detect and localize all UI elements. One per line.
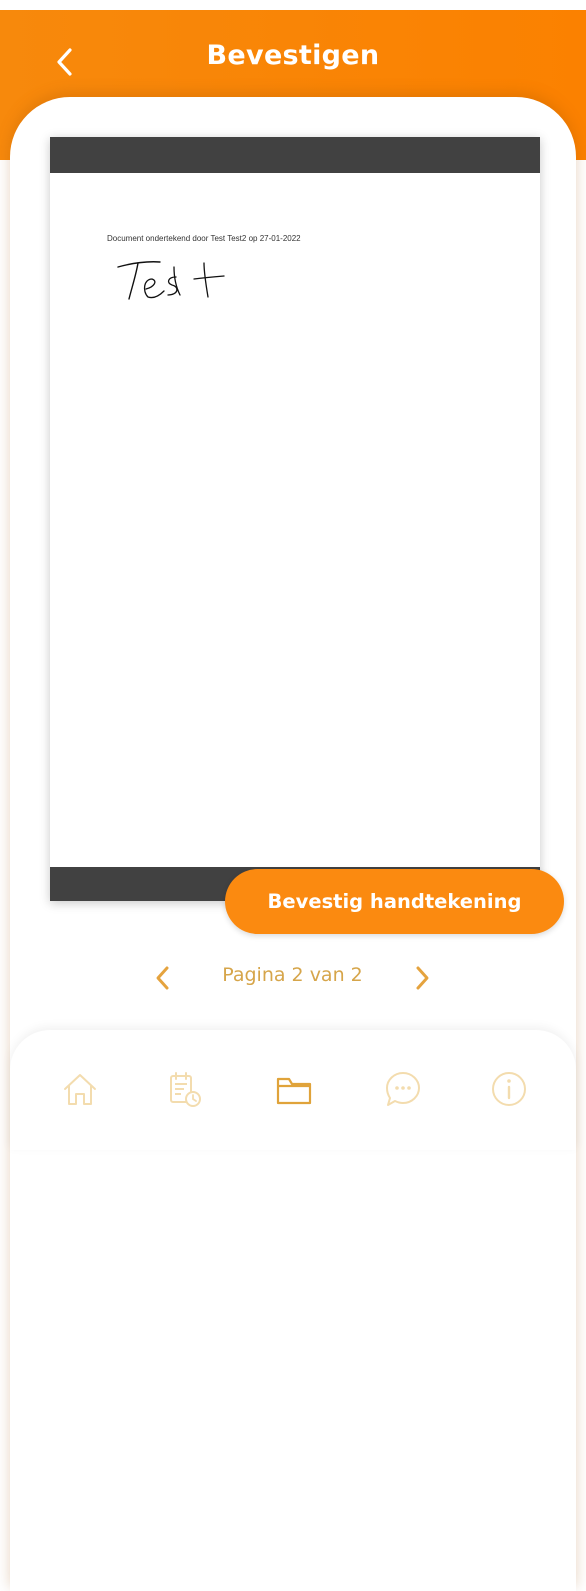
folder-icon bbox=[276, 1077, 312, 1105]
chat-icon bbox=[386, 1072, 420, 1106]
next-page-button[interactable] bbox=[408, 960, 438, 996]
document-caption: Document ondertekend door Test Test2 op … bbox=[107, 234, 301, 243]
nav-messages[interactable] bbox=[381, 1067, 425, 1111]
nav-documents[interactable] bbox=[272, 1067, 316, 1111]
nav-agenda[interactable] bbox=[162, 1067, 206, 1111]
calendar-clock-icon bbox=[170, 1072, 201, 1107]
document-toolbar-top bbox=[50, 137, 540, 173]
nav-home[interactable] bbox=[58, 1067, 102, 1111]
page-title: Bevestigen bbox=[206, 40, 380, 71]
document-preview[interactable]: Document ondertekend door Test Test2 op … bbox=[50, 137, 540, 901]
signature-image bbox=[117, 261, 225, 300]
home-icon bbox=[64, 1074, 96, 1105]
previous-page-button[interactable] bbox=[147, 960, 177, 996]
nav-info[interactable] bbox=[487, 1067, 531, 1111]
page-indicator: Pagina 2 van 2 bbox=[222, 964, 363, 986]
chevron-left-icon bbox=[156, 966, 169, 990]
confirm-signature-button[interactable]: Bevestig handtekening bbox=[225, 869, 564, 934]
chevron-right-icon bbox=[416, 966, 429, 990]
info-icon bbox=[492, 1072, 526, 1106]
